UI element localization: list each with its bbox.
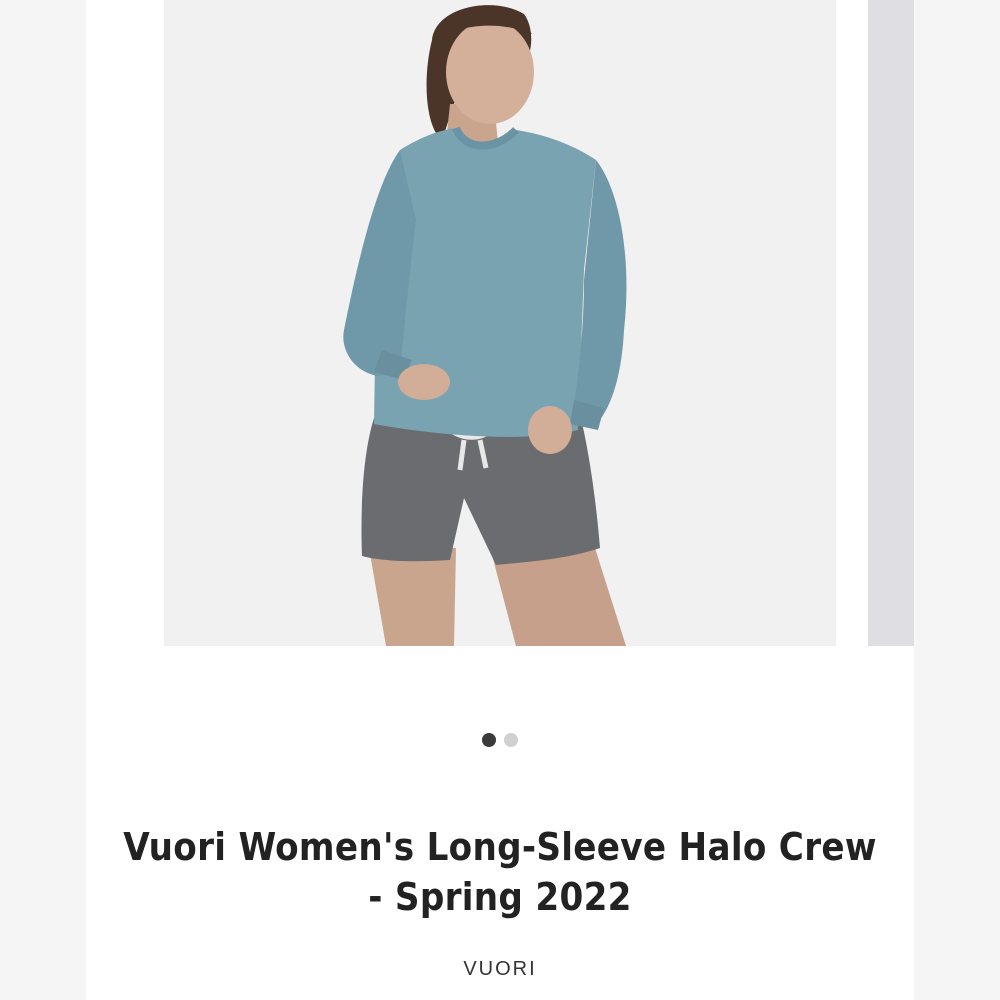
product-panel: Vuori Women's Long-Sleeve Halo Crew - Sp… <box>86 0 914 1000</box>
product-image-main[interactable] <box>164 0 836 646</box>
product-brand[interactable]: VUORI <box>86 958 914 981</box>
left-margin <box>0 0 86 1000</box>
carousel-pagination <box>86 733 914 747</box>
product-photo <box>164 0 836 646</box>
carousel-dot-1[interactable] <box>482 733 496 747</box>
product-page: Vuori Women's Long-Sleeve Halo Crew - Sp… <box>0 0 1000 1000</box>
image-carousel[interactable] <box>86 0 914 646</box>
product-image-next-preview[interactable] <box>868 0 914 646</box>
product-title: Vuori Women's Long-Sleeve Halo Crew - Sp… <box>123 825 877 919</box>
right-margin <box>914 0 1000 1000</box>
carousel-dot-2[interactable] <box>504 733 518 747</box>
